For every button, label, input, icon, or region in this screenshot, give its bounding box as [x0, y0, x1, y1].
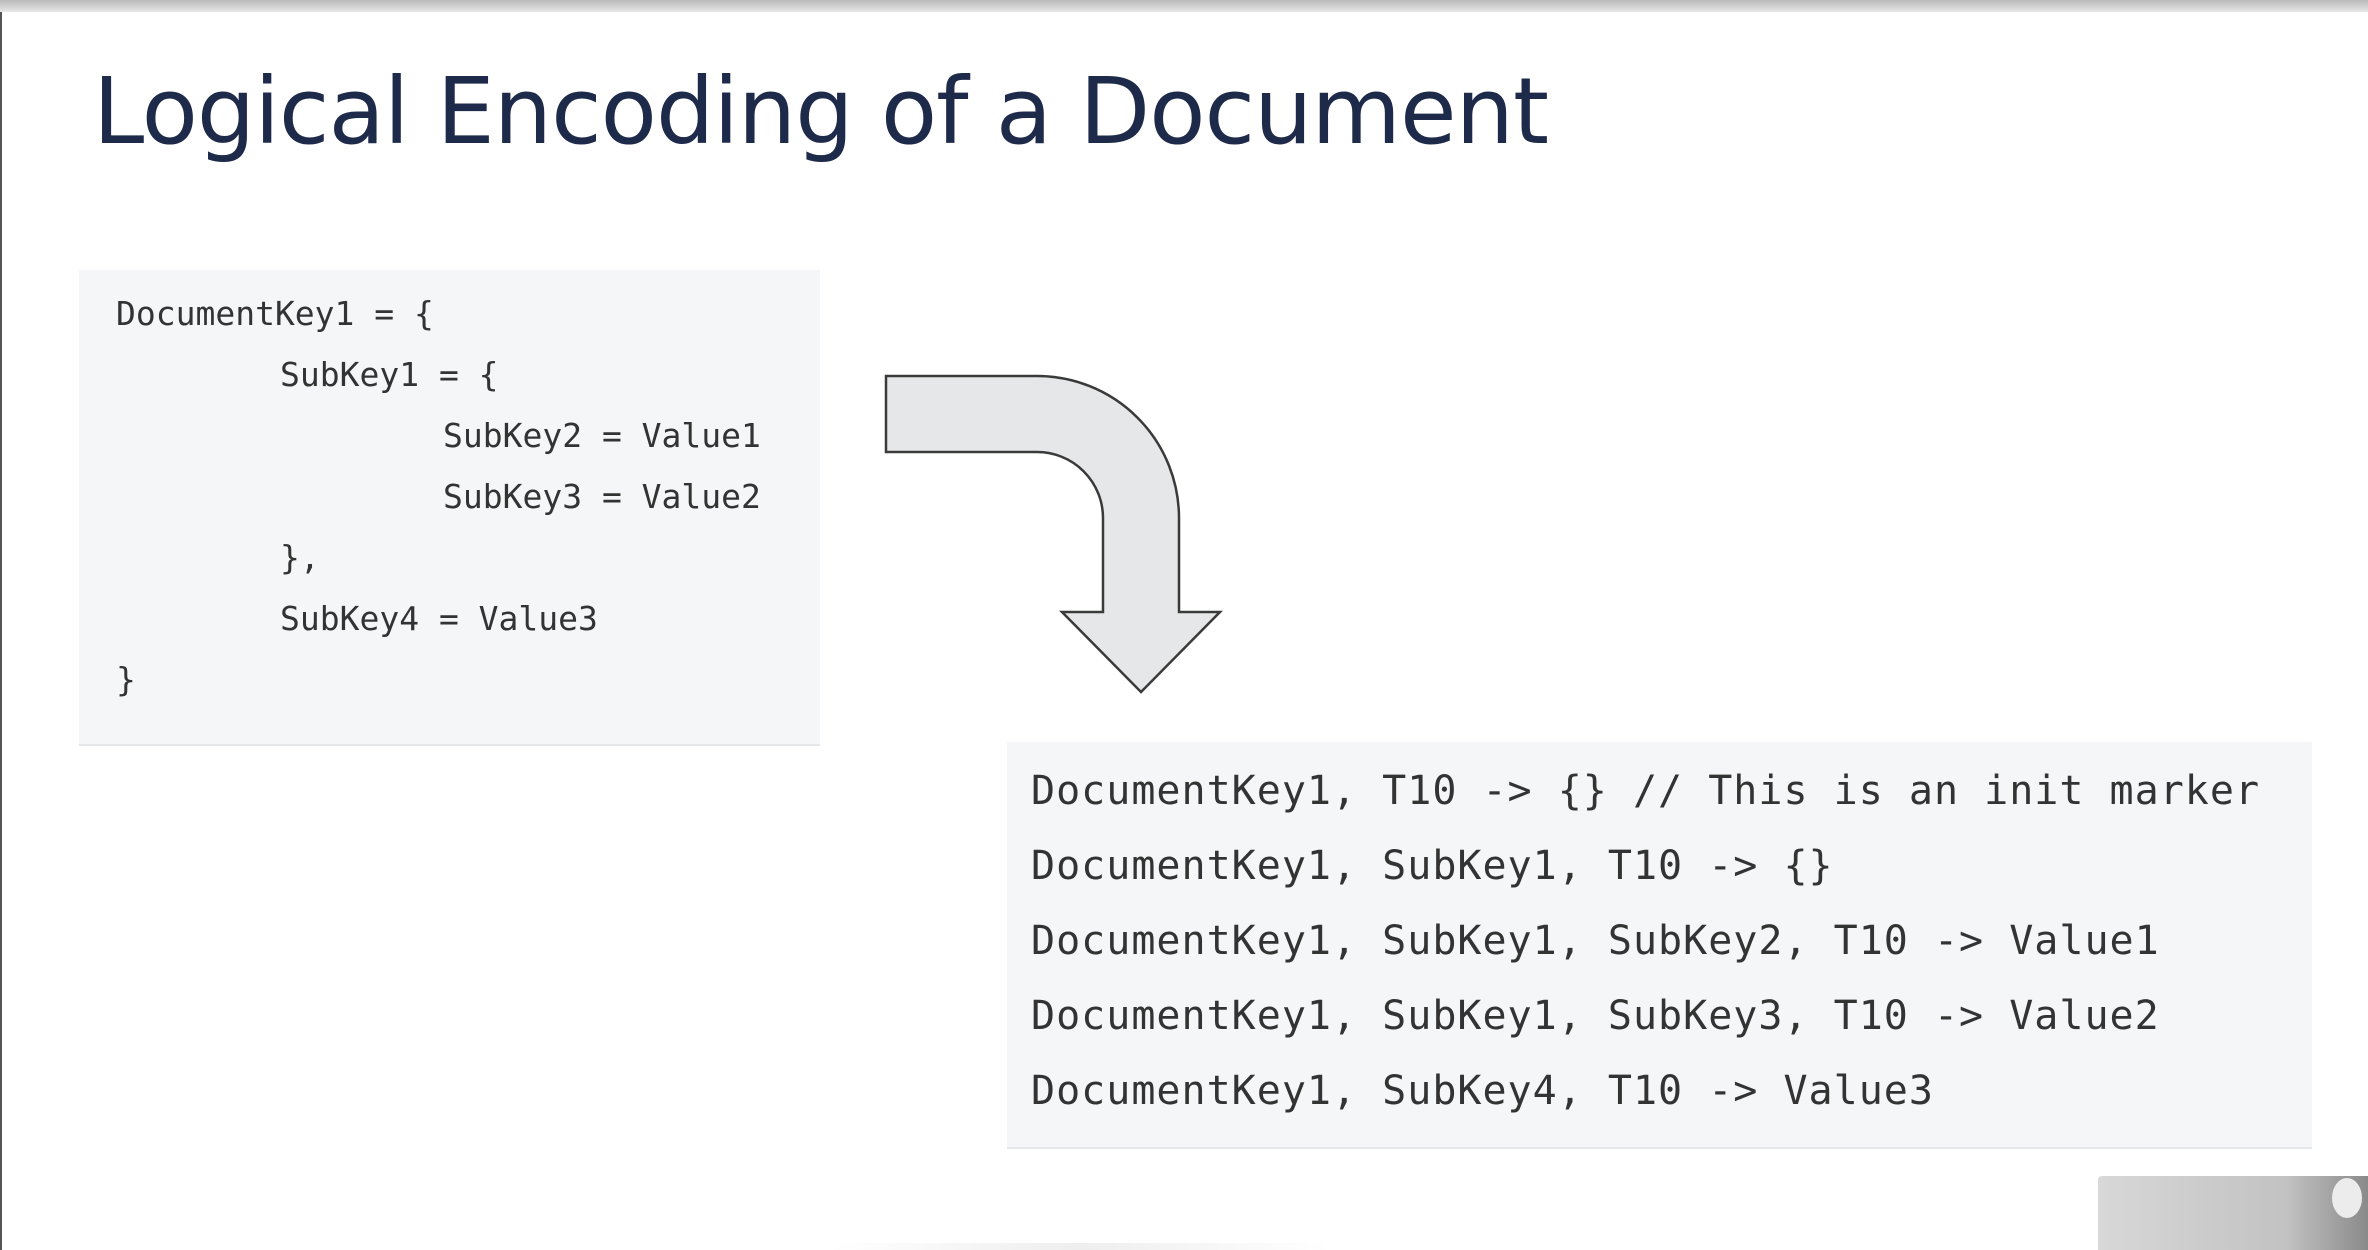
document-code-box: DocumentKey1 = { SubKey1 = { SubKey2 = V…: [79, 270, 820, 746]
document-line: SubKey1 = {: [280, 355, 499, 394]
presenter-video-thumbnail: [2098, 1176, 2368, 1250]
encoded-line: DocumentKey1, SubKey4, T10 -> Value3: [1031, 1068, 1934, 1114]
window-top-bar: [0, 0, 2368, 12]
document-line: }: [116, 660, 136, 699]
encoded-line: DocumentKey1, T10 -> {} // This is an in…: [1031, 768, 2261, 814]
bottom-smudge: [830, 1243, 1330, 1250]
encoded-line: DocumentKey1, SubKey1, T10 -> {}: [1031, 843, 1834, 889]
encoded-line: DocumentKey1, SubKey1, SubKey3, T10 -> V…: [1031, 993, 2160, 1039]
document-line: SubKey3 = Value2: [443, 477, 761, 516]
document-line: SubKey2 = Value1: [443, 416, 761, 455]
document-line: DocumentKey1 = {: [116, 294, 434, 333]
encoded-line: DocumentKey1, SubKey1, SubKey2, T10 -> V…: [1031, 918, 2160, 964]
curved-down-arrow-icon: [884, 374, 1223, 694]
document-line: SubKey4 = Value3: [280, 599, 598, 638]
encoded-keys-box: DocumentKey1, T10 -> {} // This is an in…: [1007, 742, 2312, 1149]
document-line: },: [280, 538, 320, 577]
slide: Logical Encoding of a Document DocumentK…: [0, 0, 2368, 1250]
thumbnail-shape: [2332, 1178, 2362, 1218]
slide-left-edge: [0, 12, 2, 1250]
slide-title: Logical Encoding of a Document: [93, 58, 1549, 165]
